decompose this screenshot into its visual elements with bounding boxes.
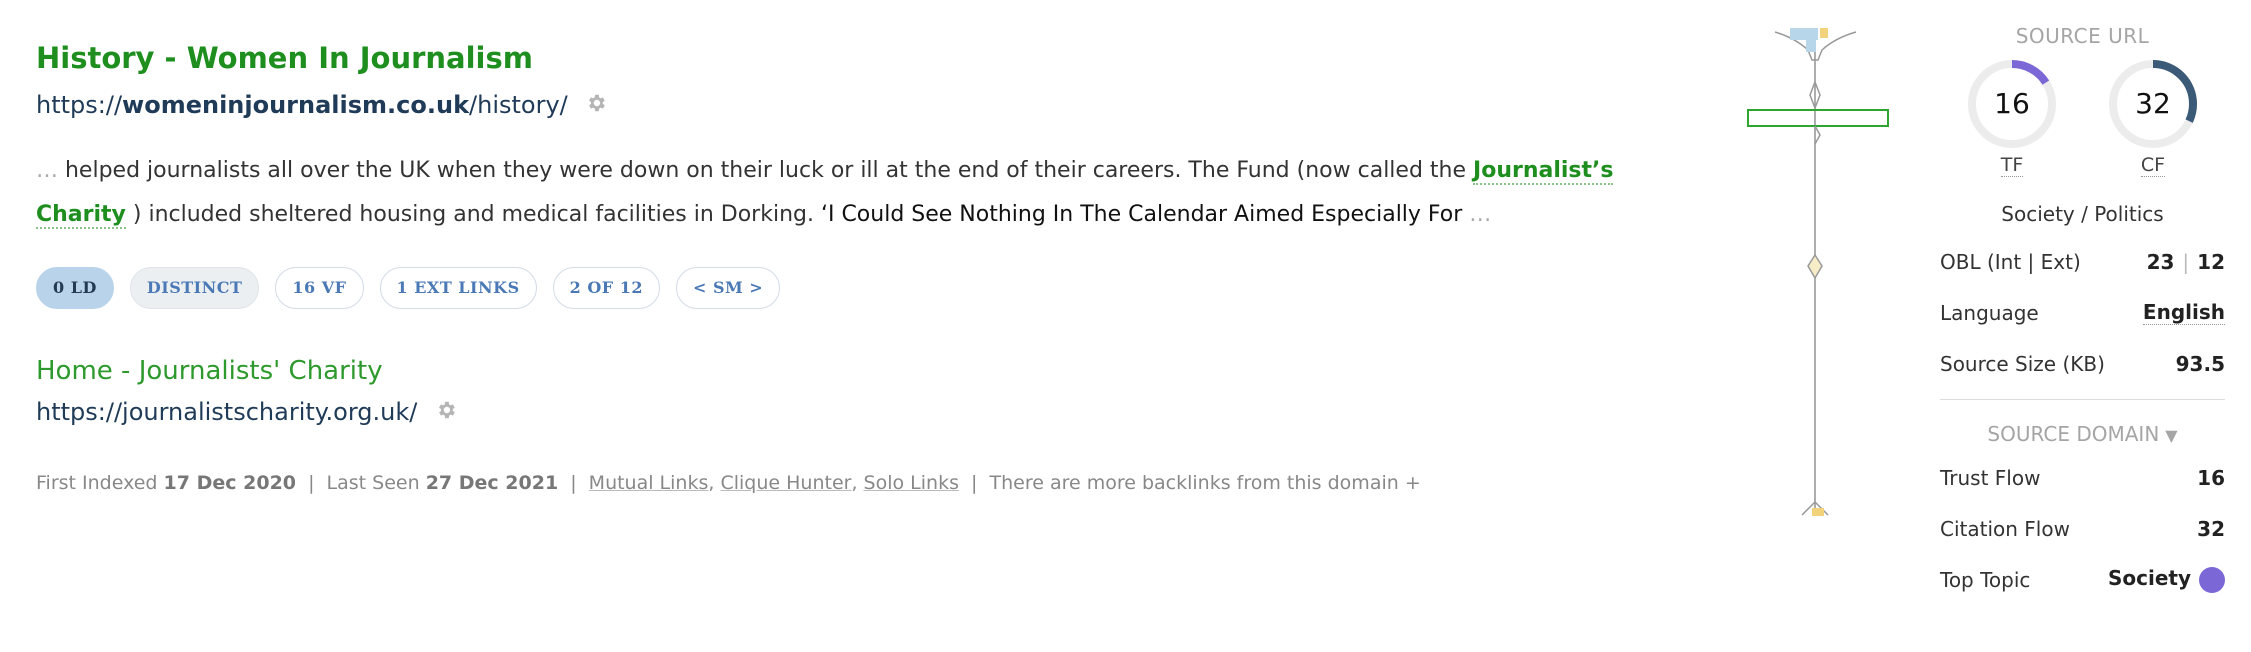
tf-value: 16 xyxy=(1994,87,2030,120)
ext-links-pill[interactable]: 1 EXT LINKS xyxy=(379,267,537,309)
tf-label-wrap: TF xyxy=(1966,154,2058,177)
meta-separator: | xyxy=(971,472,978,494)
top-topic-wrap: Society xyxy=(2108,566,2225,593)
mutual-links-link[interactable]: Mutual Links xyxy=(589,472,709,494)
top-topic-value: Society xyxy=(2107,566,2191,591)
trust-flow-row: Trust Flow 16 xyxy=(1940,452,2225,503)
obl-row: OBL (Int | Ext) 23 | 12 xyxy=(1940,236,2225,287)
chain-highlight-box[interactable] xyxy=(1747,109,1889,127)
source-domain-toggle[interactable]: SOURCE DOMAIN ▼ xyxy=(1940,416,2225,452)
snippet-lead-ellipsis: … xyxy=(36,158,58,183)
source-size-value: 93.5 xyxy=(2175,351,2225,376)
meta-comma: , xyxy=(851,472,858,494)
pill-bar: 0 LD DISTINCT 16 VF 1 EXT LINKS 2 OF 12 … xyxy=(36,267,1676,309)
meta-separator: | xyxy=(308,472,315,494)
top-topic-row: Top Topic Society xyxy=(1940,554,2225,605)
flow-dials: 16 TF 32 CF xyxy=(1940,58,2225,177)
link-chain-graphic xyxy=(1747,28,1889,516)
distinct-pill[interactable]: DISTINCT xyxy=(129,267,260,309)
meta-separator: | xyxy=(570,472,577,494)
tf-label: TF xyxy=(2000,154,2024,177)
snippet-trail-ellipsis: … xyxy=(1462,202,1492,227)
chain-node-blue xyxy=(1790,28,1818,40)
obl-values: 23 | 12 xyxy=(2147,250,2225,274)
snippet-after: ) included sheltered housing and medical… xyxy=(125,202,821,227)
obl-label: OBL (Int | Ext) xyxy=(1940,249,2081,274)
language-value: English xyxy=(2142,300,2225,325)
target-title[interactable]: Home - Journalists' Charity xyxy=(36,353,1676,389)
index-meta: First Indexed 17 Dec 2020 | Last Seen 27… xyxy=(36,468,1676,498)
target-url-text: https://journalistscharity.org.uk/ xyxy=(36,398,418,426)
cf-label-wrap: CF xyxy=(2107,154,2199,177)
citation-flow-label: Citation Flow xyxy=(1940,516,2070,541)
snippet-quote: ‘I Could See Nothing In The Calendar Aim… xyxy=(820,202,1463,227)
chain-node-yellow xyxy=(1820,28,1828,38)
target-url[interactable]: https://journalistscharity.org.uk/ xyxy=(36,395,1676,430)
source-size-row: Source Size (KB) 93.5 xyxy=(1940,338,2225,389)
result-url[interactable]: https://womeninjournalism.co.uk/history/ xyxy=(36,88,1676,123)
trust-flow-value: 16 xyxy=(2197,465,2225,490)
result-snippet: … helped journalists all over the UK whe… xyxy=(36,149,1676,237)
trust-flow-label: Trust Flow xyxy=(1940,465,2041,490)
ld-pill[interactable]: 0 LD xyxy=(36,267,114,309)
chain-diamond xyxy=(1807,253,1823,280)
gear-icon[interactable] xyxy=(435,396,457,430)
url-path: /history/ xyxy=(469,91,568,119)
snippet-before: helped journalists all over the UK when … xyxy=(58,158,1474,183)
topic-color-dot xyxy=(2199,566,2225,593)
vf-pill[interactable]: 16 VF xyxy=(275,267,364,309)
citation-flow-value: 32 xyxy=(2197,516,2225,541)
more-backlinks-link[interactable]: There are more backlinks from this domai… xyxy=(989,472,1420,494)
top-topic-label: Top Topic xyxy=(1940,567,2031,592)
solo-links-link[interactable]: Solo Links xyxy=(864,472,959,494)
meta-comma: , xyxy=(708,472,715,494)
result-title[interactable]: History - Women In Journalism xyxy=(36,38,1676,78)
triangle-down-icon: ▼ xyxy=(2165,426,2178,445)
url-domain: womeninjournalism.co.uk xyxy=(122,91,470,119)
obl-separator: | xyxy=(2182,249,2190,274)
source-size-label: Source Size (KB) xyxy=(1940,351,2105,376)
topic-category: Society / Politics xyxy=(2001,202,2164,226)
metrics-panel: SOURCE URL 16 TF 32 CF Society / Politic… xyxy=(1940,24,2225,605)
citation-flow-dial[interactable]: 32 CF xyxy=(2107,58,2199,177)
trust-flow-dial[interactable]: 16 TF xyxy=(1966,58,2058,177)
source-domain-heading: SOURCE DOMAIN xyxy=(1987,422,2160,446)
obl-int: 23 xyxy=(2146,249,2175,274)
last-seen-label: Last Seen xyxy=(326,472,420,494)
results-column: History - Women In Journalism https://wo… xyxy=(36,38,1676,498)
language-row: Language English xyxy=(1940,287,2225,338)
cf-label: CF xyxy=(2140,154,2166,177)
chain-node-blue xyxy=(1806,40,1816,52)
citation-flow-row: Citation Flow 32 xyxy=(1940,503,2225,554)
cf-value: 32 xyxy=(2135,87,2171,120)
source-url-heading: SOURCE URL xyxy=(2015,24,2150,48)
clique-hunter-link[interactable]: Clique Hunter xyxy=(720,472,851,494)
language-label: Language xyxy=(1940,300,2039,325)
obl-ext: 12 xyxy=(2197,249,2225,274)
gear-icon[interactable] xyxy=(585,89,607,123)
page-of-pill[interactable]: 2 OF 12 xyxy=(552,267,660,309)
panel-divider xyxy=(1940,399,2225,400)
chain-node-yellow xyxy=(1812,508,1824,516)
first-indexed-date: 17 Dec 2020 xyxy=(163,472,297,494)
sm-nav-pill[interactable]: < SM > xyxy=(675,267,781,309)
url-prefix: https:// xyxy=(36,91,123,119)
last-seen-date: 27 Dec 2021 xyxy=(425,472,559,494)
first-indexed-label: First Indexed xyxy=(36,472,158,494)
